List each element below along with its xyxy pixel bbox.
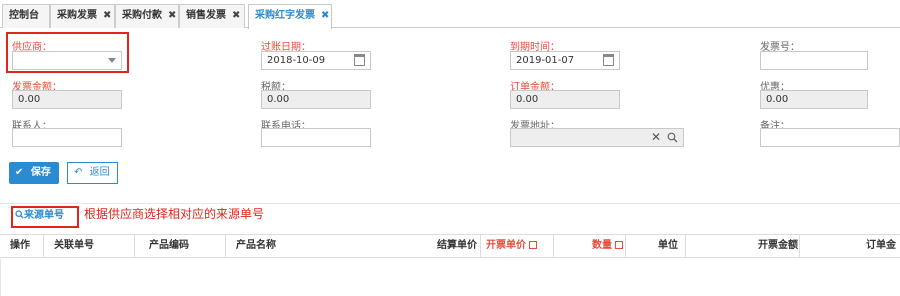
col-invoice-price[interactable]: 开票单价 <box>486 235 537 257</box>
col-invoice-price-label: 开票单价 <box>486 240 526 251</box>
edit-icon <box>615 241 623 249</box>
check-icon: ✔ <box>15 167 24 178</box>
post-date-input[interactable]: 2018-10-09 <box>261 51 371 70</box>
tab-label: 控制台 <box>9 10 39 21</box>
close-icon[interactable]: ✖ <box>232 10 240 21</box>
save-button[interactable]: ✔ 保存 <box>9 162 59 184</box>
back-button[interactable]: ↶ 返回 <box>67 162 118 184</box>
col-quantity[interactable]: 数量 <box>592 235 623 257</box>
invoice-no-input[interactable] <box>760 51 868 70</box>
close-icon[interactable]: ✖ <box>168 10 176 21</box>
column-divider <box>134 235 135 257</box>
close-icon[interactable]: ✖ <box>321 10 329 21</box>
column-divider <box>799 235 800 257</box>
post-date-value: 2018-10-09 <box>267 55 326 66</box>
due-time-value: 2019-01-07 <box>516 55 575 66</box>
invoice-address-field[interactable]: ✕ <box>510 128 684 147</box>
order-amount-field: 0.00 <box>510 90 620 109</box>
close-icon[interactable]: ✖ <box>103 10 111 21</box>
phone-input[interactable] <box>261 128 371 147</box>
undo-icon: ↶ <box>74 167 83 178</box>
col-settle-price: 结算单价 <box>437 240 477 251</box>
column-divider <box>685 235 686 257</box>
table-body <box>0 259 900 296</box>
col-product-code: 产品编码 <box>149 240 189 251</box>
col-related-no: 关联单号 <box>54 240 94 251</box>
col-order-amount: 订单金 <box>866 240 896 251</box>
tab-label: 采购发票 <box>57 10 97 21</box>
column-divider <box>553 235 554 257</box>
discount-field: 0.00 <box>760 90 868 109</box>
invoice-amount-field: 0.00 <box>12 90 122 109</box>
edit-icon <box>529 241 537 249</box>
col-product-name: 产品名称 <box>236 240 276 251</box>
col-invoice-amount: 开票金额 <box>758 240 798 251</box>
tab-sales-invoice[interactable]: 销售发票 ✖ <box>179 4 245 28</box>
divider <box>0 203 900 204</box>
col-unit: 单位 <box>658 240 678 251</box>
search-icon[interactable] <box>667 132 678 143</box>
column-divider <box>43 235 44 257</box>
search-icon <box>15 210 24 219</box>
tab-console[interactable]: 控制台 <box>2 4 50 28</box>
col-quantity-label: 数量 <box>592 240 612 251</box>
source-link-label: 来源单号 <box>24 210 64 221</box>
tab-label: 采购付款 <box>122 10 162 21</box>
tab-purchase-invoice[interactable]: 采购发票 ✖ <box>50 4 115 28</box>
calendar-icon[interactable] <box>354 54 365 66</box>
column-divider <box>225 235 226 257</box>
remark-input[interactable] <box>760 128 900 147</box>
tab-label: 采购红字发票 <box>255 10 315 21</box>
calendar-icon[interactable] <box>603 54 614 66</box>
table-header: 操作 关联单号 产品编码 产品名称 结算单价 开票单价 数量 单位 开票金额 订… <box>0 234 900 258</box>
save-button-label: 保存 <box>30 167 51 178</box>
tab-label: 销售发票 <box>186 10 226 21</box>
source-number-link[interactable]: 来源单号 <box>12 208 78 227</box>
clear-icon[interactable]: ✕ <box>651 129 661 146</box>
tab-purchase-red-invoice[interactable]: 采购红字发票 ✖ <box>248 4 332 29</box>
contact-input[interactable] <box>12 128 122 147</box>
back-button-label: 返回 <box>89 167 110 178</box>
tab-bar: 控制台 采购发票 ✖ 采购付款 ✖ 销售发票 ✖ 采购红字发票 ✖ <box>0 0 900 29</box>
tab-purchase-payment[interactable]: 采购付款 ✖ <box>115 4 179 28</box>
supplier-highlight-box <box>6 32 129 73</box>
col-action: 操作 <box>10 240 30 251</box>
tax-field: 0.00 <box>261 90 371 109</box>
due-time-input[interactable]: 2019-01-07 <box>510 51 620 70</box>
column-divider <box>480 235 481 257</box>
annotation-text: 根据供应商选择相对应的来源单号 <box>84 207 265 221</box>
column-divider <box>625 235 626 257</box>
